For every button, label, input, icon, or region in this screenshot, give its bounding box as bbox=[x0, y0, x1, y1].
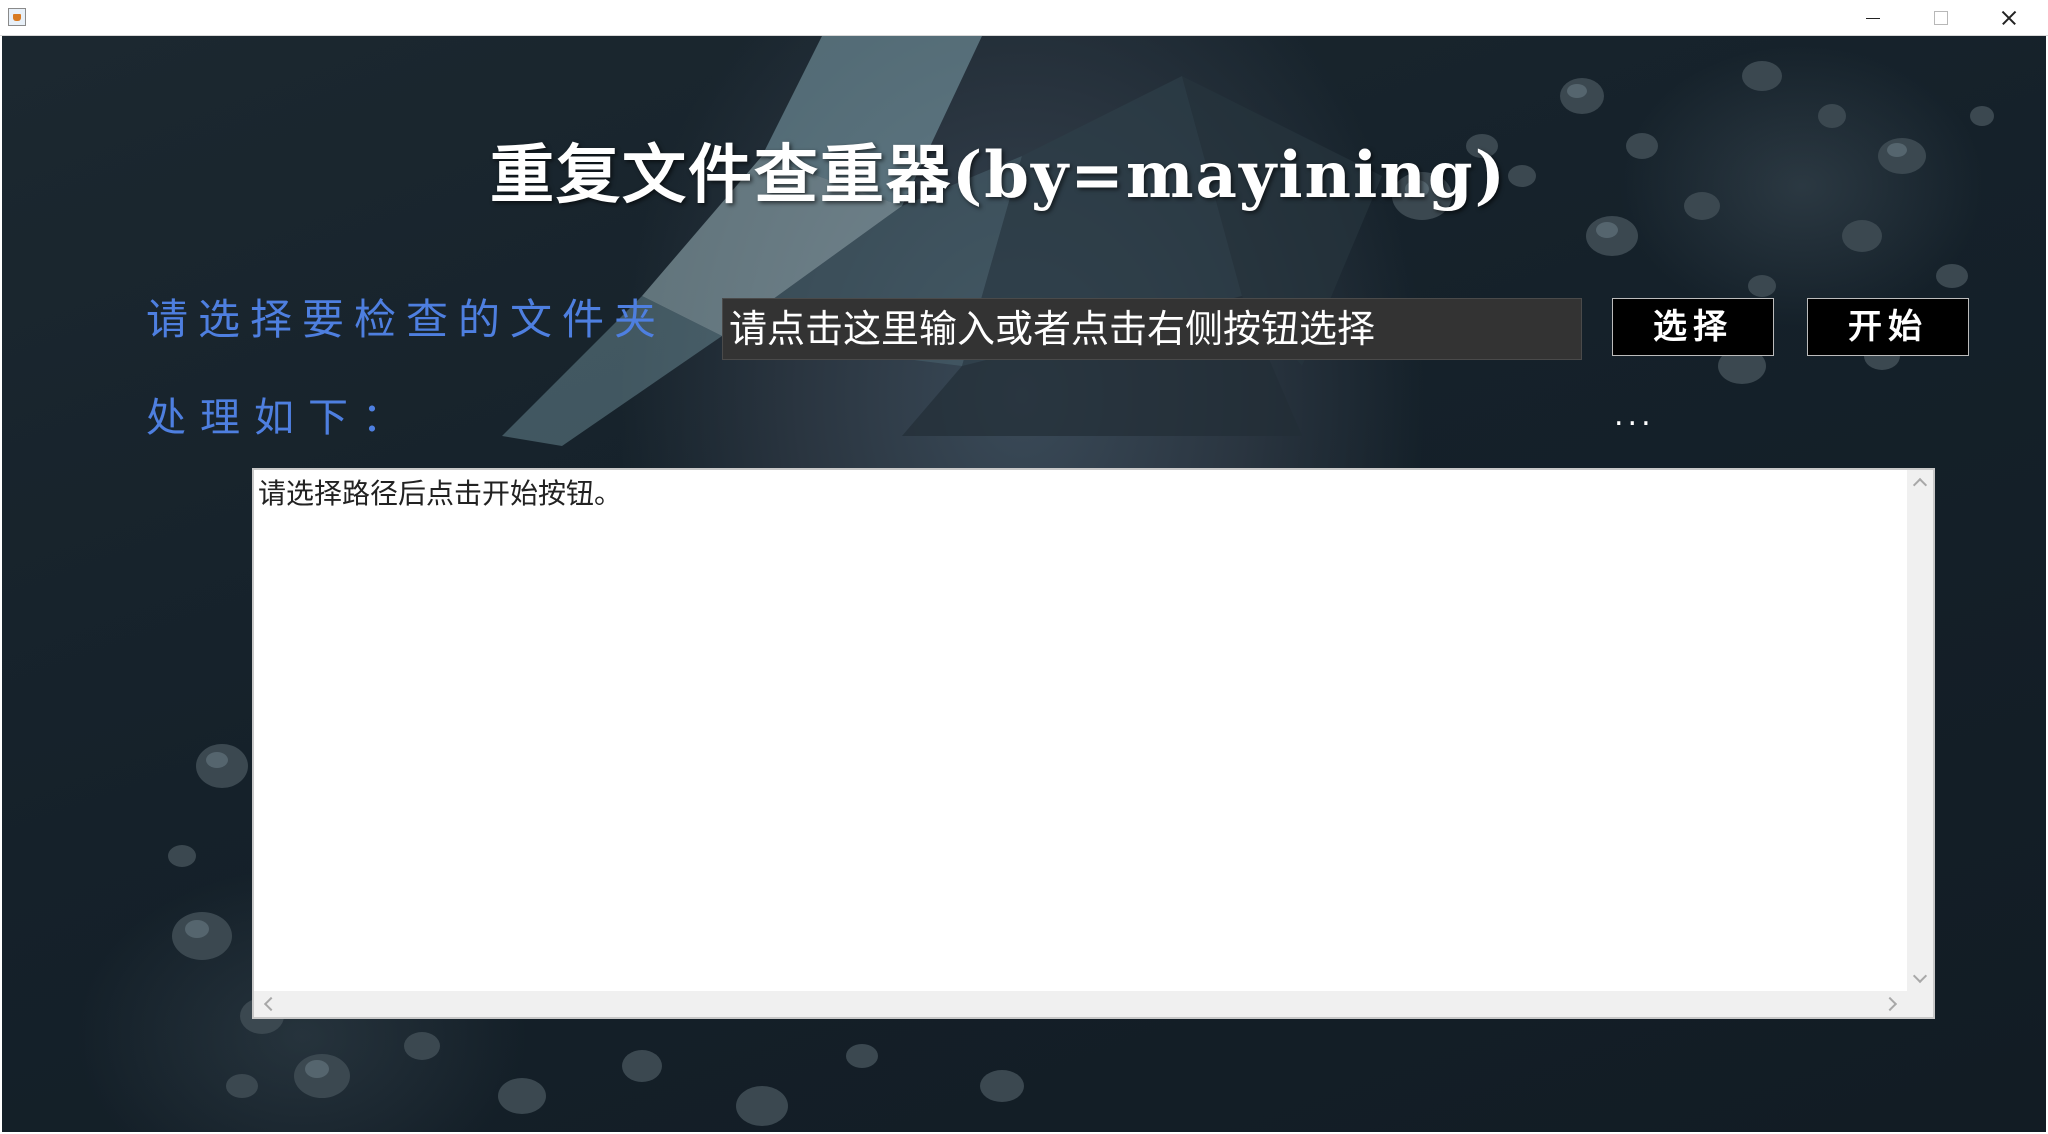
scroll-up-icon[interactable] bbox=[1912, 477, 1928, 493]
folder-prompt-label: 请选择要检查的文件夹 bbox=[146, 295, 667, 344]
main-panel: 重复文件查重器(by=mayining) 请选择要检查的文件夹 选择 开始 处理… bbox=[2, 36, 2046, 1132]
title-bar bbox=[0, 0, 2048, 36]
java-coffee-icon bbox=[8, 8, 26, 26]
folder-path-input[interactable] bbox=[722, 298, 1582, 360]
start-button[interactable]: 开始 bbox=[1807, 298, 1969, 356]
select-folder-button[interactable]: 选择 bbox=[1612, 298, 1774, 356]
process-label: 处理如下： bbox=[146, 395, 416, 441]
maximize-button[interactable] bbox=[1906, 0, 1974, 36]
horizontal-scrollbar[interactable] bbox=[254, 991, 1907, 1017]
scroll-right-icon[interactable] bbox=[1882, 996, 1898, 1012]
scroll-left-icon[interactable] bbox=[263, 996, 279, 1012]
close-button[interactable] bbox=[1974, 0, 2042, 36]
scrollbar-corner bbox=[1907, 991, 1933, 1017]
output-textarea[interactable]: 请选择路径后点击开始按钮。 bbox=[252, 468, 1935, 1019]
app-window: 重复文件查重器(by=mayining) 请选择要检查的文件夹 选择 开始 处理… bbox=[0, 0, 2048, 1134]
output-text: 请选择路径后点击开始按钮。 bbox=[258, 477, 623, 510]
scroll-down-icon[interactable] bbox=[1912, 968, 1928, 984]
vertical-scrollbar[interactable] bbox=[1907, 470, 1933, 991]
minimize-button[interactable] bbox=[1838, 0, 1906, 36]
app-title: 重复文件查重器(by=mayining) bbox=[490, 138, 1507, 213]
status-indicator: ... bbox=[1614, 398, 1655, 433]
